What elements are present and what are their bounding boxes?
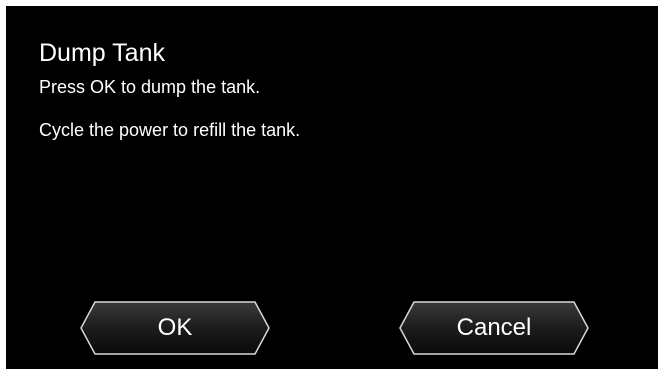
- dialog-message-line-2: Cycle the power to refill the tank.: [39, 120, 301, 140]
- ok-button-label: OK: [157, 314, 193, 341]
- cancel-button-label: Cancel: [456, 314, 532, 341]
- cancel-button[interactable]: Cancel: [399, 301, 589, 355]
- ok-button[interactable]: OK: [80, 301, 270, 355]
- dialog-title: Dump Tank: [39, 39, 165, 67]
- dialog-message-line-1: Press OK to dump the tank.: [39, 77, 261, 97]
